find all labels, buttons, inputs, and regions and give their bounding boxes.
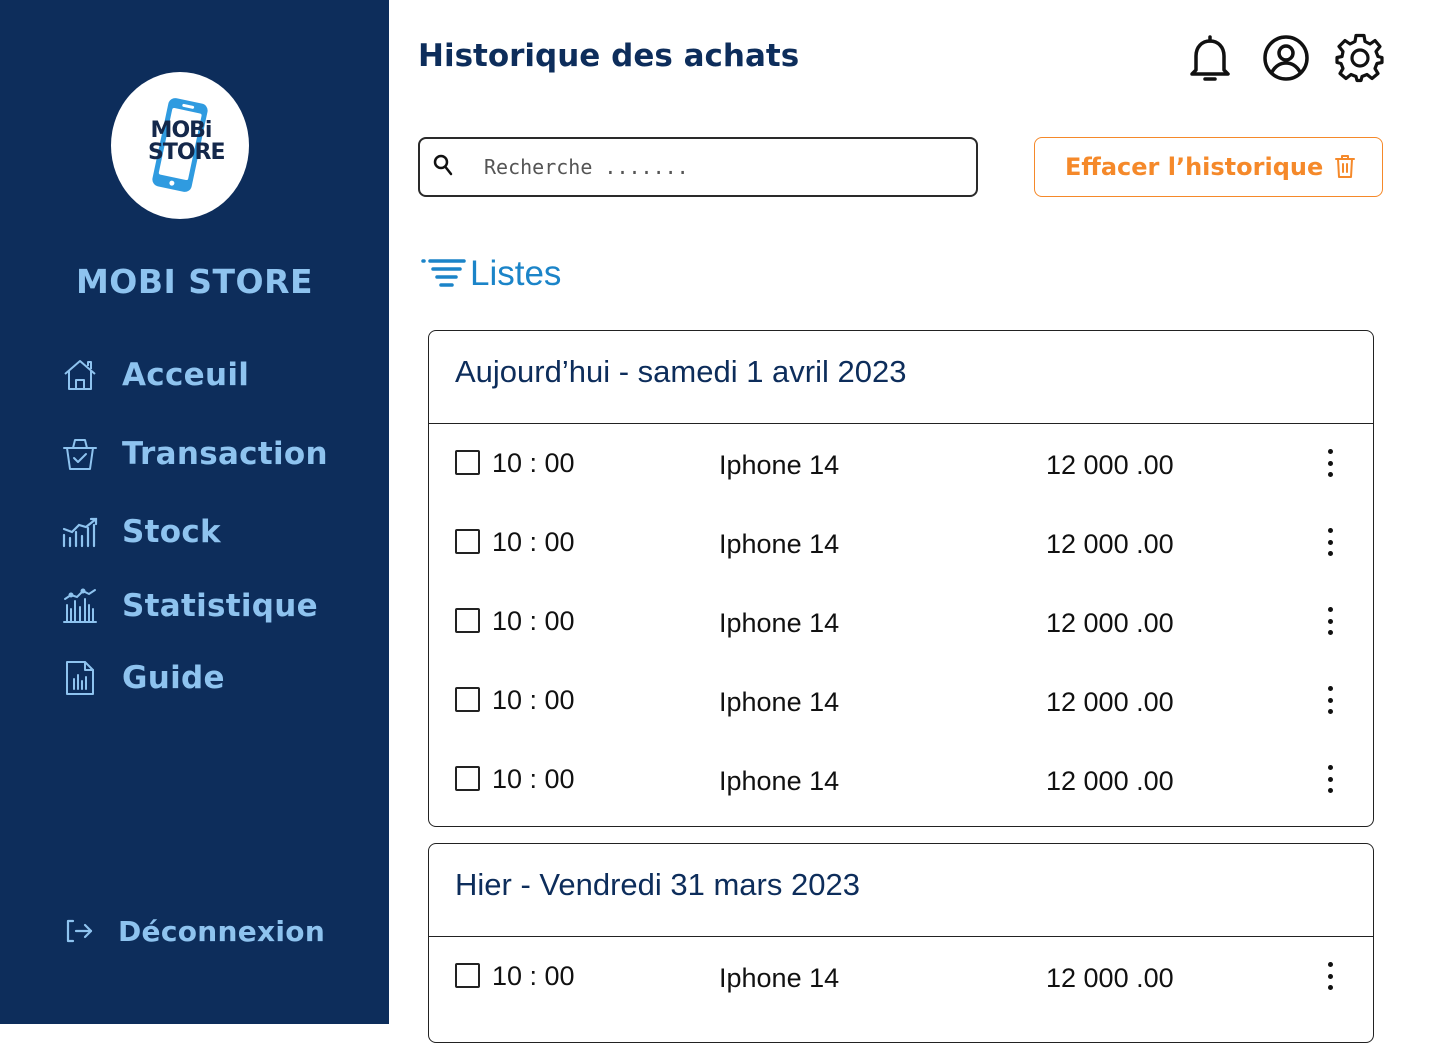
history-group-yesterday: Hier - Vendredi 31 mars 2023 10 : 00 Iph… [428, 843, 1374, 1043]
row-checkbox[interactable] [455, 766, 480, 791]
group-header: Aujourd’hui - samedi 1 avril 2023 [429, 331, 1373, 424]
row-checkbox[interactable] [455, 963, 480, 988]
sidebar-item-label: Transaction [122, 436, 328, 472]
list-filter-toggle[interactable]: Listes [420, 254, 561, 294]
logo-wordmark: MOBi STORE [148, 118, 226, 165]
sidebar-item-transaction[interactable]: Transaction [60, 432, 328, 476]
row-price: 12 000 .00 [1046, 963, 1174, 993]
more-vertical-icon[interactable] [1317, 446, 1343, 480]
row-checkbox[interactable] [455, 450, 480, 475]
table-row: 10 : 00 Iphone 14 12 000 .00 [429, 594, 1373, 673]
logout-button[interactable]: Déconnexion [62, 910, 325, 952]
table-row: 10 : 00 Iphone 14 12 000 .00 [429, 673, 1373, 752]
logout-icon [62, 914, 96, 948]
clear-history-label: Effacer l’historique [1065, 153, 1324, 181]
clear-history-button[interactable]: Effacer l’historique [1034, 137, 1383, 197]
home-icon [60, 355, 100, 395]
history-group-today: Aujourd’hui - samedi 1 avril 2023 10 : 0… [428, 330, 1374, 827]
row-price: 12 000 .00 [1046, 766, 1174, 796]
search-icon [432, 153, 454, 182]
row-product: Iphone 14 [719, 608, 840, 638]
table-row: 10 : 00 Iphone 14 12 000 .00 [429, 515, 1373, 594]
gear-icon[interactable] [1334, 30, 1386, 86]
row-price: 12 000 .00 [1046, 450, 1174, 480]
row-time: 10 : 00 [492, 764, 575, 794]
row-price: 12 000 .00 [1046, 687, 1174, 717]
more-vertical-icon[interactable] [1317, 683, 1343, 717]
list-filter-label: Listes [470, 254, 562, 293]
row-product: Iphone 14 [719, 963, 840, 993]
more-vertical-icon[interactable] [1317, 604, 1343, 638]
sidebar-item-label: Guide [122, 660, 225, 696]
document-chart-icon [60, 658, 100, 698]
table-row: 10 : 00 Iphone 14 12 000 .00 [429, 436, 1373, 515]
sidebar-item-label: Statistique [122, 588, 318, 624]
group-date-title: Aujourd’hui - samedi 1 avril 2023 [455, 354, 907, 389]
more-vertical-icon[interactable] [1317, 525, 1343, 559]
table-row: 10 : 00 Iphone 14 12 000 .00 [429, 752, 1373, 826]
sidebar-item-label: Stock [122, 514, 221, 550]
sidebar-item-acceuil[interactable]: Acceuil [60, 353, 249, 397]
search-input[interactable] [484, 155, 944, 179]
table-row: 10 : 00 Iphone 14 12 000 .00 [429, 949, 1373, 1028]
sidebar: MOBi STORE MOBI STORE Acceuil Transactio… [0, 0, 389, 1024]
sidebar-item-stock[interactable]: Stock [60, 510, 221, 554]
logout-label: Déconnexion [118, 914, 326, 948]
building-chart-icon [60, 586, 100, 626]
row-product: Iphone 14 [719, 766, 840, 796]
row-checkbox[interactable] [455, 687, 480, 712]
page-title: Historique des achats [418, 38, 800, 74]
bell-icon[interactable] [1184, 30, 1236, 86]
row-time: 10 : 00 [492, 685, 575, 715]
row-checkbox[interactable] [455, 529, 480, 554]
bar-chart-trend-icon [60, 512, 100, 552]
basket-check-icon [60, 434, 100, 474]
row-product: Iphone 14 [719, 450, 840, 480]
row-time: 10 : 00 [492, 961, 575, 991]
row-time: 10 : 00 [492, 606, 575, 636]
brand-name: MOBI STORE [75, 262, 314, 301]
sidebar-item-statistique[interactable]: Statistique [60, 584, 318, 628]
group-date-title: Hier - Vendredi 31 mars 2023 [455, 867, 860, 902]
sidebar-item-label: Acceuil [122, 357, 250, 393]
row-product: Iphone 14 [719, 529, 840, 559]
more-vertical-icon[interactable] [1317, 959, 1343, 993]
row-time: 10 : 00 [492, 448, 575, 478]
row-time: 10 : 00 [492, 527, 575, 557]
filter-list-icon [420, 255, 468, 294]
user-circle-icon[interactable] [1260, 30, 1312, 86]
more-vertical-icon[interactable] [1317, 762, 1343, 796]
group-header: Hier - Vendredi 31 mars 2023 [429, 844, 1373, 937]
row-product: Iphone 14 [719, 687, 840, 717]
row-checkbox[interactable] [455, 608, 480, 633]
row-price: 12 000 .00 [1046, 529, 1174, 559]
sidebar-item-guide[interactable]: Guide [60, 656, 225, 700]
search-field[interactable] [418, 137, 978, 197]
row-price: 12 000 .00 [1046, 608, 1174, 638]
trash-icon [1334, 153, 1356, 184]
